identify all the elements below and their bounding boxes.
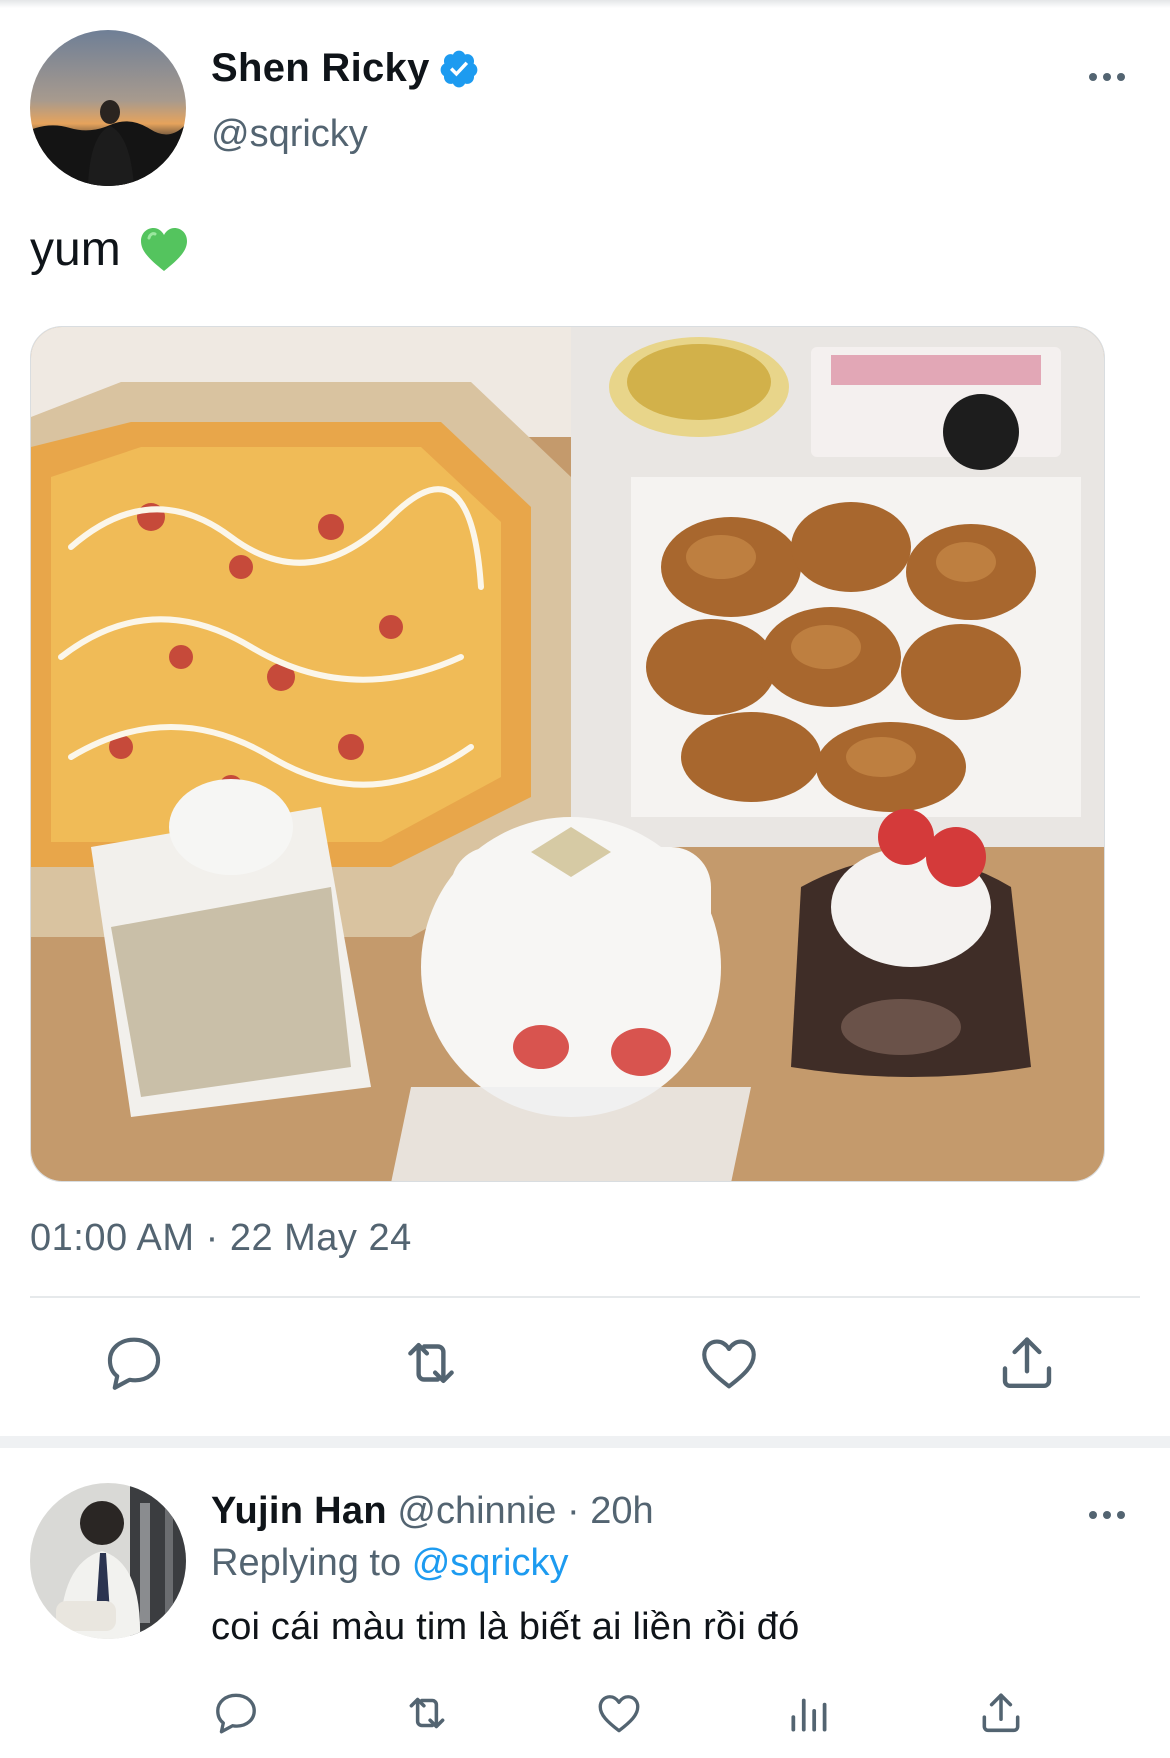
tweet-action-bar	[0, 1330, 1170, 1406]
tweet-timestamp[interactable]: 01:00 AM · 22 May 24	[30, 1217, 412, 1260]
tweet-text: yum	[30, 223, 121, 276]
reply-retweet-icon[interactable]	[402, 1688, 452, 1738]
more-options-icon[interactable]	[1085, 62, 1129, 92]
author-name-row[interactable]: Shen Ricky	[211, 46, 480, 91]
thread-separator	[0, 1436, 1170, 1448]
author-handle[interactable]: @sqricky	[211, 113, 368, 156]
retweet-icon[interactable]	[398, 1330, 464, 1396]
tweet-photo[interactable]	[30, 326, 1105, 1182]
reply-more-options-icon[interactable]	[1085, 1500, 1129, 1530]
share-icon[interactable]	[994, 1330, 1060, 1396]
reply-like-icon[interactable]	[594, 1688, 644, 1738]
replying-to-link[interactable]: @sqricky	[412, 1542, 569, 1584]
reply-icon[interactable]	[101, 1330, 167, 1396]
replying-to-line: Replying to @sqricky	[211, 1542, 569, 1585]
reply-action-bar	[0, 1688, 1170, 1748]
tweet-text-row: yum	[30, 222, 189, 277]
reply-separator: ·	[566, 1490, 580, 1532]
top-edge	[0, 0, 1170, 8]
reply-time[interactable]: 20h	[590, 1490, 653, 1532]
reply-share-icon[interactable]	[976, 1688, 1026, 1738]
author-name[interactable]: Shen Ricky	[211, 46, 430, 91]
like-icon[interactable]	[696, 1330, 762, 1396]
reply-author-avatar[interactable]	[30, 1483, 186, 1639]
reply-author-handle[interactable]: @chinnie	[397, 1490, 556, 1532]
verified-badge-icon	[438, 48, 480, 90]
reply-reply-icon[interactable]	[211, 1688, 261, 1738]
analytics-icon[interactable]	[785, 1688, 835, 1738]
reply-author-name[interactable]: Yujin Han	[211, 1490, 387, 1532]
reply-text: coi cái màu tim là biết ai liền rồi đó	[211, 1606, 800, 1648]
divider	[30, 1296, 1140, 1298]
replying-to-label: Replying to	[211, 1542, 402, 1584]
green-heart-emoji-icon	[139, 226, 189, 274]
reply-header: Yujin Han @chinnie · 20h	[211, 1490, 654, 1533]
author-avatar[interactable]	[30, 30, 186, 186]
